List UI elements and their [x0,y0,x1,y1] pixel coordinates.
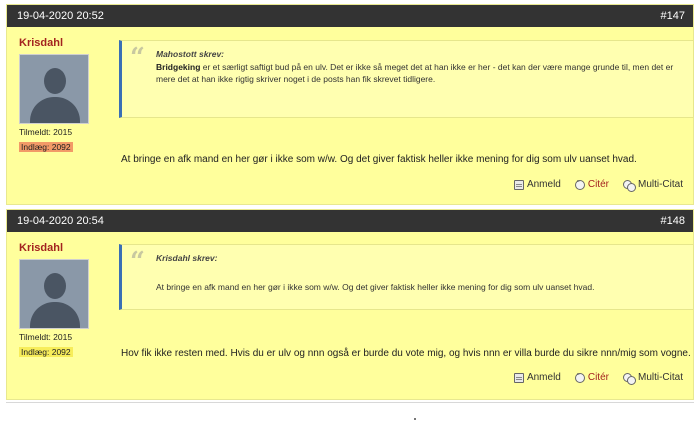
avatar-head-shape [44,273,66,299]
report-label: Anmeld [526,372,561,383]
forum-post: 19-04-2020 20:54 #148 Krisdahl Tilmeldt:… [6,209,694,400]
post-text: Hov fik ikke resten med. Hvis du er ulv … [121,348,691,359]
quote-block: “ Krisdahl skrev: At bringe en afk mand … [119,244,694,310]
report-icon [513,179,524,190]
author-name-link[interactable]: Krisdahl [19,242,109,254]
avatar-body-shape [30,97,80,123]
post-count: Indlæg: 2092 [19,142,73,152]
avatar-body-shape [30,302,80,328]
post-number-link[interactable]: #148 [661,215,685,227]
author-panel: Krisdahl Tilmeldt: 2015 Indlæg: 2092 [19,242,109,360]
quote-block: “ Mahostott skrev: Bridgeking er et særl… [119,40,694,118]
page-divider [6,402,694,403]
multi-quote-icon [622,179,636,192]
post-header: 19-04-2020 20:52 #147 [7,5,693,27]
post-count: Indlæg: 2092 [19,347,73,357]
avatar-head-shape [44,68,66,94]
quote-icon [574,179,585,190]
post-date: 19-04-2020 20:52 [17,10,104,22]
quote-label: Citér [587,179,609,190]
forum-post: 19-04-2020 20:52 #147 Krisdahl Tilmeldt:… [6,4,694,205]
avatar[interactable] [19,259,89,329]
member-since: Tilmeldt: 2015 [19,127,73,137]
report-button[interactable]: Anmeld [513,372,561,383]
multi-quote-label: Multi-Citat [637,179,683,190]
post-number-link[interactable]: #147 [661,10,685,22]
quote-icon [574,372,585,383]
quote-label: Citér [587,372,609,383]
quote-mark-icon: “ [130,247,145,277]
stray-dot [414,418,416,420]
quote-text: At bringe en afk mand en her gør i ikke … [156,282,595,292]
post-date: 19-04-2020 20:54 [17,215,104,227]
quote-button[interactable]: Citér [574,372,609,383]
report-label: Anmeld [526,179,561,190]
author-name-link[interactable]: Krisdahl [19,37,109,49]
report-button[interactable]: Anmeld [513,179,561,190]
quote-author: Mahostott skrev: [156,49,225,59]
author-panel: Krisdahl Tilmeldt: 2015 Indlæg: 2092 [19,37,109,155]
avatar[interactable] [19,54,89,124]
quote-mark-icon: “ [130,43,145,73]
post-actions: Anmeld Citér Multi-Citat [513,179,683,192]
multi-quote-button[interactable]: Multi-Citat [622,179,683,192]
quote-text: Bridgeking er et særligt saftigt bud på … [156,61,685,85]
multi-quote-button[interactable]: Multi-Citat [622,372,683,385]
multi-quote-label: Multi-Citat [637,372,683,383]
report-icon [513,372,524,383]
multi-quote-icon [622,372,636,385]
post-text: At bringe en afk mand en her gør i ikke … [121,154,637,165]
quote-mention: Bridgeking [156,62,201,72]
member-since: Tilmeldt: 2015 [19,332,73,342]
post-actions: Anmeld Citér Multi-Citat [513,372,683,385]
quote-button[interactable]: Citér [574,179,609,190]
quote-text-body: er et særligt saftigt bud på en ulv. Det… [156,62,674,84]
post-header: 19-04-2020 20:54 #148 [7,210,693,232]
quote-author: Krisdahl skrev: [156,253,218,263]
